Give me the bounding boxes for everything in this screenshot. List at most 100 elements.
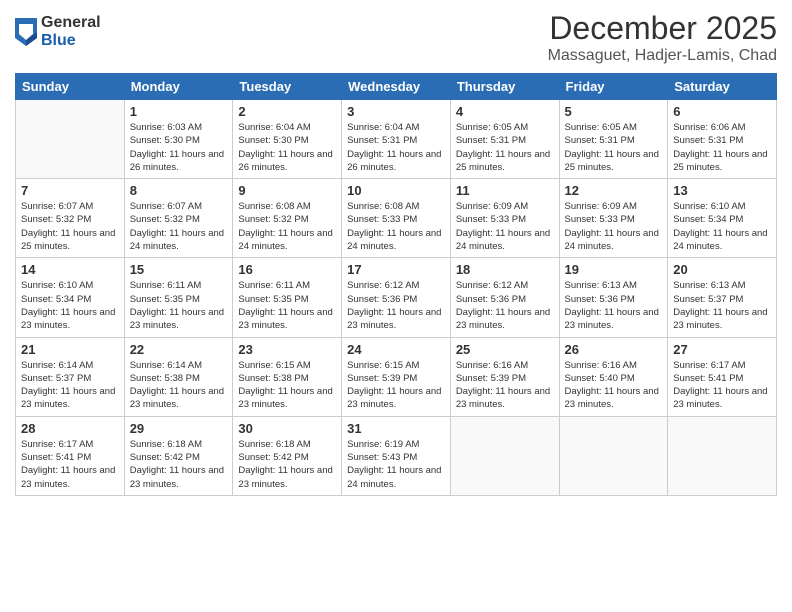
cell-w2-d7: 13 Sunrise: 6:10 AM Sunset: 5:34 PM Dayl…: [668, 179, 777, 258]
day-number: 21: [21, 342, 119, 357]
day-info: Sunrise: 6:10 AM Sunset: 5:34 PM Dayligh…: [673, 200, 771, 253]
day-number: 4: [456, 104, 554, 119]
day-info: Sunrise: 6:14 AM Sunset: 5:37 PM Dayligh…: [21, 359, 119, 412]
week-row-4: 21 Sunrise: 6:14 AM Sunset: 5:37 PM Dayl…: [16, 337, 777, 416]
day-info: Sunrise: 6:15 AM Sunset: 5:39 PM Dayligh…: [347, 359, 445, 412]
header-saturday: Saturday: [668, 74, 777, 100]
cell-w5-d3: 30 Sunrise: 6:18 AM Sunset: 5:42 PM Dayl…: [233, 416, 342, 495]
cell-w2-d2: 8 Sunrise: 6:07 AM Sunset: 5:32 PM Dayli…: [124, 179, 233, 258]
day-number: 7: [21, 183, 119, 198]
cell-w4-d4: 24 Sunrise: 6:15 AM Sunset: 5:39 PM Dayl…: [342, 337, 451, 416]
day-info: Sunrise: 6:07 AM Sunset: 5:32 PM Dayligh…: [21, 200, 119, 253]
day-info: Sunrise: 6:13 AM Sunset: 5:37 PM Dayligh…: [673, 279, 771, 332]
day-info: Sunrise: 6:14 AM Sunset: 5:38 PM Dayligh…: [130, 359, 228, 412]
day-info: Sunrise: 6:07 AM Sunset: 5:32 PM Dayligh…: [130, 200, 228, 253]
cell-w5-d6: [559, 416, 668, 495]
page: General Blue December 2025 Massaguet, Ha…: [0, 0, 792, 612]
cell-w5-d5: [450, 416, 559, 495]
week-row-1: 1 Sunrise: 6:03 AM Sunset: 5:30 PM Dayli…: [16, 100, 777, 179]
month-title: December 2025: [548, 10, 777, 47]
day-info: Sunrise: 6:19 AM Sunset: 5:43 PM Dayligh…: [347, 438, 445, 491]
day-info: Sunrise: 6:03 AM Sunset: 5:30 PM Dayligh…: [130, 121, 228, 174]
cell-w1-d7: 6 Sunrise: 6:06 AM Sunset: 5:31 PM Dayli…: [668, 100, 777, 179]
cell-w1-d1: [16, 100, 125, 179]
cell-w3-d1: 14 Sunrise: 6:10 AM Sunset: 5:34 PM Dayl…: [16, 258, 125, 337]
week-row-2: 7 Sunrise: 6:07 AM Sunset: 5:32 PM Dayli…: [16, 179, 777, 258]
day-info: Sunrise: 6:04 AM Sunset: 5:30 PM Dayligh…: [238, 121, 336, 174]
day-info: Sunrise: 6:05 AM Sunset: 5:31 PM Dayligh…: [565, 121, 663, 174]
header-thursday: Thursday: [450, 74, 559, 100]
day-number: 1: [130, 104, 228, 119]
cell-w3-d2: 15 Sunrise: 6:11 AM Sunset: 5:35 PM Dayl…: [124, 258, 233, 337]
week-row-5: 28 Sunrise: 6:17 AM Sunset: 5:41 PM Dayl…: [16, 416, 777, 495]
day-number: 27: [673, 342, 771, 357]
cell-w4-d7: 27 Sunrise: 6:17 AM Sunset: 5:41 PM Dayl…: [668, 337, 777, 416]
day-info: Sunrise: 6:04 AM Sunset: 5:31 PM Dayligh…: [347, 121, 445, 174]
cell-w2-d6: 12 Sunrise: 6:09 AM Sunset: 5:33 PM Dayl…: [559, 179, 668, 258]
logo-general-text: General: [41, 14, 101, 32]
day-info: Sunrise: 6:17 AM Sunset: 5:41 PM Dayligh…: [673, 359, 771, 412]
day-info: Sunrise: 6:16 AM Sunset: 5:39 PM Dayligh…: [456, 359, 554, 412]
day-number: 16: [238, 262, 336, 277]
cell-w2-d5: 11 Sunrise: 6:09 AM Sunset: 5:33 PM Dayl…: [450, 179, 559, 258]
day-number: 18: [456, 262, 554, 277]
cell-w1-d6: 5 Sunrise: 6:05 AM Sunset: 5:31 PM Dayli…: [559, 100, 668, 179]
cell-w3-d7: 20 Sunrise: 6:13 AM Sunset: 5:37 PM Dayl…: [668, 258, 777, 337]
cell-w5-d4: 31 Sunrise: 6:19 AM Sunset: 5:43 PM Dayl…: [342, 416, 451, 495]
header-tuesday: Tuesday: [233, 74, 342, 100]
logo-blue-text: Blue: [41, 32, 101, 50]
day-number: 22: [130, 342, 228, 357]
day-number: 9: [238, 183, 336, 198]
day-number: 28: [21, 421, 119, 436]
day-info: Sunrise: 6:18 AM Sunset: 5:42 PM Dayligh…: [130, 438, 228, 491]
day-info: Sunrise: 6:10 AM Sunset: 5:34 PM Dayligh…: [21, 279, 119, 332]
cell-w4-d3: 23 Sunrise: 6:15 AM Sunset: 5:38 PM Dayl…: [233, 337, 342, 416]
calendar-table: Sunday Monday Tuesday Wednesday Thursday…: [15, 73, 777, 496]
cell-w1-d2: 1 Sunrise: 6:03 AM Sunset: 5:30 PM Dayli…: [124, 100, 233, 179]
day-info: Sunrise: 6:09 AM Sunset: 5:33 PM Dayligh…: [456, 200, 554, 253]
day-info: Sunrise: 6:09 AM Sunset: 5:33 PM Dayligh…: [565, 200, 663, 253]
day-number: 10: [347, 183, 445, 198]
day-number: 3: [347, 104, 445, 119]
day-number: 19: [565, 262, 663, 277]
day-info: Sunrise: 6:11 AM Sunset: 5:35 PM Dayligh…: [238, 279, 336, 332]
cell-w3-d5: 18 Sunrise: 6:12 AM Sunset: 5:36 PM Dayl…: [450, 258, 559, 337]
title-block: December 2025 Massaguet, Hadjer-Lamis, C…: [548, 10, 777, 65]
week-row-3: 14 Sunrise: 6:10 AM Sunset: 5:34 PM Dayl…: [16, 258, 777, 337]
day-info: Sunrise: 6:15 AM Sunset: 5:38 PM Dayligh…: [238, 359, 336, 412]
day-info: Sunrise: 6:06 AM Sunset: 5:31 PM Dayligh…: [673, 121, 771, 174]
day-number: 20: [673, 262, 771, 277]
cell-w3-d3: 16 Sunrise: 6:11 AM Sunset: 5:35 PM Dayl…: [233, 258, 342, 337]
day-number: 25: [456, 342, 554, 357]
header: General Blue December 2025 Massaguet, Ha…: [15, 10, 777, 65]
day-number: 31: [347, 421, 445, 436]
location-title: Massaguet, Hadjer-Lamis, Chad: [548, 47, 777, 65]
day-number: 23: [238, 342, 336, 357]
header-friday: Friday: [559, 74, 668, 100]
day-number: 14: [21, 262, 119, 277]
cell-w4-d1: 21 Sunrise: 6:14 AM Sunset: 5:37 PM Dayl…: [16, 337, 125, 416]
cell-w5-d1: 28 Sunrise: 6:17 AM Sunset: 5:41 PM Dayl…: [16, 416, 125, 495]
logo: General Blue: [15, 14, 101, 49]
header-monday: Monday: [124, 74, 233, 100]
day-number: 24: [347, 342, 445, 357]
day-number: 26: [565, 342, 663, 357]
cell-w1-d5: 4 Sunrise: 6:05 AM Sunset: 5:31 PM Dayli…: [450, 100, 559, 179]
header-sunday: Sunday: [16, 74, 125, 100]
day-number: 15: [130, 262, 228, 277]
day-info: Sunrise: 6:08 AM Sunset: 5:32 PM Dayligh…: [238, 200, 336, 253]
cell-w1-d4: 3 Sunrise: 6:04 AM Sunset: 5:31 PM Dayli…: [342, 100, 451, 179]
day-number: 8: [130, 183, 228, 198]
day-info: Sunrise: 6:17 AM Sunset: 5:41 PM Dayligh…: [21, 438, 119, 491]
cell-w5-d7: [668, 416, 777, 495]
cell-w1-d3: 2 Sunrise: 6:04 AM Sunset: 5:30 PM Dayli…: [233, 100, 342, 179]
logo-text: General Blue: [41, 14, 101, 49]
calendar-header-row: Sunday Monday Tuesday Wednesday Thursday…: [16, 74, 777, 100]
cell-w5-d2: 29 Sunrise: 6:18 AM Sunset: 5:42 PM Dayl…: [124, 416, 233, 495]
cell-w4-d6: 26 Sunrise: 6:16 AM Sunset: 5:40 PM Dayl…: [559, 337, 668, 416]
logo-icon: [15, 18, 37, 46]
day-info: Sunrise: 6:16 AM Sunset: 5:40 PM Dayligh…: [565, 359, 663, 412]
day-number: 12: [565, 183, 663, 198]
day-info: Sunrise: 6:11 AM Sunset: 5:35 PM Dayligh…: [130, 279, 228, 332]
day-number: 2: [238, 104, 336, 119]
